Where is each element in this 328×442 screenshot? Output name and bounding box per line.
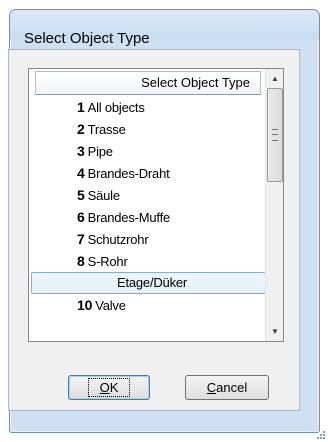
item-label: Schutzrohr [87, 232, 149, 247]
item-label: Trasse [87, 122, 126, 137]
ok-button-label: OK [87, 378, 131, 397]
item-number: 6 [77, 209, 85, 225]
scrollbar-thumb[interactable] [267, 88, 283, 182]
title-bar[interactable]: Select Object Type [10, 10, 319, 47]
list-item[interactable]: 3 Pipe [35, 140, 261, 162]
item-number: 8 [77, 253, 85, 269]
list-item[interactable]: 2 Trasse [35, 118, 261, 140]
list-item[interactable]: 7 Schutzrohr [35, 228, 261, 250]
item-label: S-Rohr [87, 254, 128, 269]
ok-mnemonic: O [99, 380, 110, 395]
item-label: Valve [95, 298, 126, 313]
item-number: 3 [77, 143, 85, 159]
item-label: Säule [87, 188, 120, 203]
list-column-header[interactable]: Select Object Type [35, 71, 261, 95]
item-number: 5 [77, 187, 85, 203]
object-type-listbox[interactable]: Select Object Type 1 All objects 2 Trasse … [28, 68, 284, 342]
item-number: 1 [77, 99, 85, 115]
item-label: Brandes-Draht [87, 166, 170, 181]
resize-grip-icon[interactable] [314, 428, 326, 440]
list-item[interactable]: 5 Säule [35, 184, 261, 206]
item-label: Brandes-Muffe [87, 210, 171, 225]
item-label: Pipe [87, 144, 113, 159]
list-item-selected[interactable]: Etage/Düker [31, 272, 269, 294]
item-number: 7 [77, 231, 85, 247]
item-number: 10 [77, 297, 93, 313]
ok-label-rest: K [109, 380, 119, 395]
cancel-button-label: Cancel [207, 376, 247, 399]
arrow-up-icon[interactable]: ▲ [267, 70, 283, 87]
grip-icon [272, 129, 278, 141]
window-title: Select Object Type [24, 30, 150, 47]
item-label: All objects [87, 100, 145, 115]
list-item[interactable]: 1 All objects [35, 96, 261, 118]
item-number: 4 [77, 165, 85, 181]
cancel-mnemonic: C [206, 380, 217, 395]
item-number: 2 [77, 121, 85, 137]
ok-button[interactable]: OK [68, 375, 150, 400]
arrow-down-icon[interactable]: ▼ [267, 323, 283, 340]
list-item[interactable]: 8 S-Rohr [35, 250, 261, 272]
item-label: Etage/Düker [116, 275, 188, 290]
object-type-list: 1 All objects 2 Trasse 3 Pipe 4 Brandes-Drah… [31, 96, 269, 316]
cancel-label-rest: ancel [216, 380, 248, 395]
list-item[interactable]: 4 Brandes-Draht [35, 162, 261, 184]
list-item[interactable]: 6 Brandes-Muffe [35, 206, 261, 228]
cancel-button[interactable]: Cancel [185, 375, 269, 400]
list-item[interactable]: 10 Valve [35, 294, 261, 316]
vertical-scrollbar[interactable]: ▲ ▼ [265, 69, 283, 341]
